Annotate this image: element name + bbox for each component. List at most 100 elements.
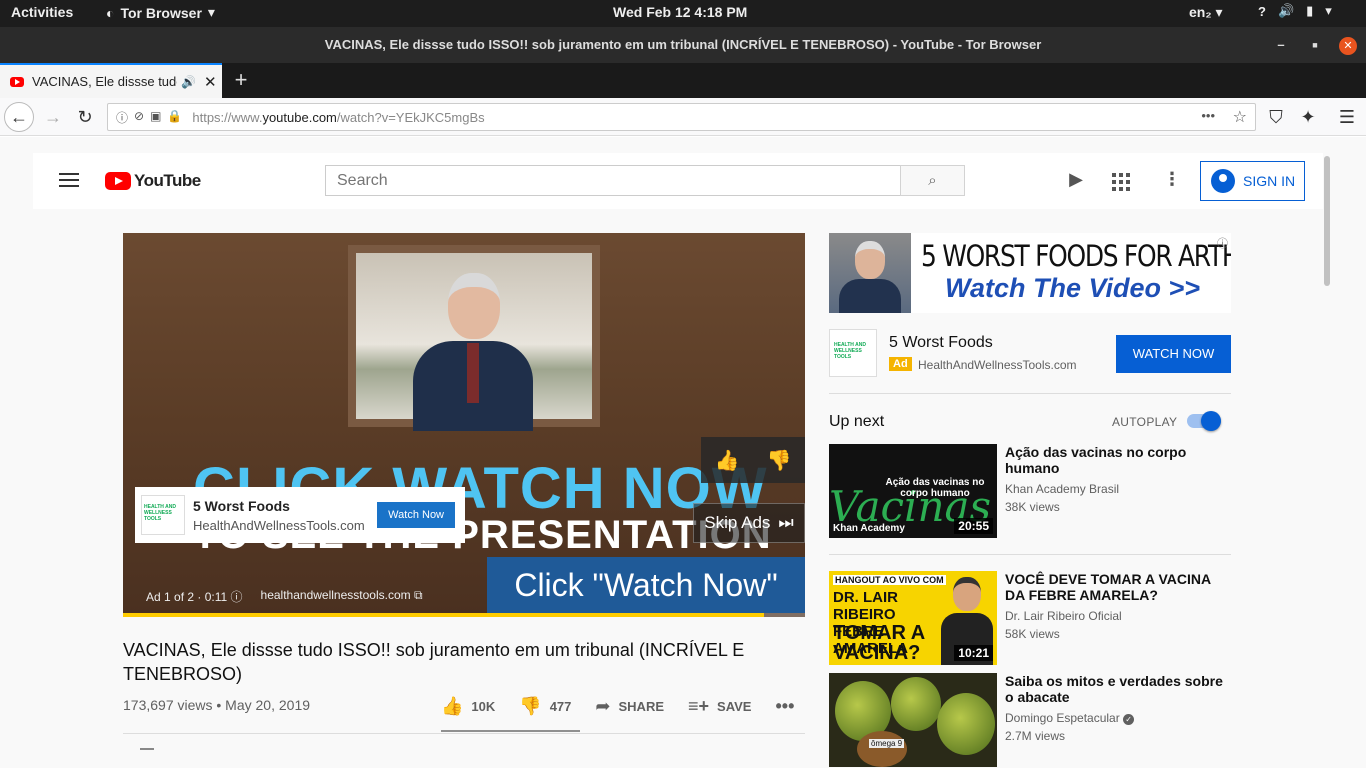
search-button[interactable]: ⌕ xyxy=(900,165,965,196)
ad-feedback: 👍 👎 xyxy=(701,437,805,483)
url-domain: youtube.com xyxy=(262,109,337,125)
video-duration: 10:21 xyxy=(954,645,993,661)
app-menu[interactable]: ◐ Tor Browser ▾ xyxy=(106,4,215,21)
window-titlebar: VACINAS, Ele dissse tudo ISSO!! sob jura… xyxy=(0,27,1366,63)
speaker-icon[interactable]: 🔊 xyxy=(181,75,196,89)
app-menu-label: Tor Browser xyxy=(120,4,202,21)
ad-advertiser-logo: HEALTH AND WELLNESS TOOLS xyxy=(141,495,185,535)
image-icon: ▣ xyxy=(150,108,162,123)
help-icon: ? xyxy=(1258,3,1266,19)
more-actions-icon[interactable]: ••• xyxy=(775,696,794,717)
thumbnail-brand: Khan Academy xyxy=(833,523,905,534)
share-button[interactable]: ➦ SHARE xyxy=(595,696,664,717)
new-tab-button[interactable]: + xyxy=(228,67,254,93)
video-thumbnail[interactable]: Vacinas Ação das vacinas no corpo humano… xyxy=(829,444,997,538)
tab-youtube[interactable]: VACINAS, Ele dissse tudo ISSO!! sob jura… xyxy=(0,63,222,98)
skip-ads-button[interactable]: Skip Ads ⏭ xyxy=(693,503,805,543)
ad-banner-photo xyxy=(829,233,911,313)
youtube-logo[interactable]: YouTube xyxy=(105,171,201,191)
video-actions: 👍 10K 👎 477 ➦ SHARE ≡+ SAVE ••• xyxy=(441,690,818,722)
reload-button[interactable]: ↻ xyxy=(70,102,100,132)
system-tray[interactable]: ? 🔊 ▮ ▾ xyxy=(1258,3,1332,19)
video-player[interactable]: CLICK WATCH NOW TO SEE THE PRESENTATION … xyxy=(123,233,805,617)
like-button[interactable]: 👍 10K xyxy=(441,696,495,717)
save-button[interactable]: ≡+ SAVE xyxy=(688,696,751,717)
recommendation-channel[interactable]: Domingo Espetacular ✓ xyxy=(1005,711,1135,725)
info-icon: ⓘ xyxy=(116,110,129,125)
recommendation-title[interactable]: Ação das vacinas no corpo humano xyxy=(1005,444,1225,476)
ad-cta-banner: Click "Watch Now" xyxy=(487,557,805,613)
create-video-icon[interactable]: ▶ xyxy=(1064,169,1088,193)
guide-menu-icon[interactable] xyxy=(59,173,79,187)
recommendation-channel[interactable]: Khan Academy Brasil xyxy=(1005,482,1119,496)
url-path: /watch?v=YEkJKC5mgBs xyxy=(336,109,485,125)
sidebar-watch-now-button[interactable]: WATCH NOW xyxy=(1116,335,1231,373)
maximize-button[interactable]: ■ xyxy=(1298,27,1332,63)
autoplay-toggle[interactable] xyxy=(1187,411,1221,431)
close-window-button[interactable]: ✕ xyxy=(1331,27,1365,63)
page-scrollbar[interactable] xyxy=(1323,156,1331,768)
window-title: VACINAS, Ele dissse tudo ISSO!! sob jura… xyxy=(324,37,1042,52)
channel-avatar-peek xyxy=(140,748,154,752)
recommendation-views: 58K views xyxy=(1005,627,1060,641)
sign-in-button[interactable]: SIGN IN xyxy=(1200,161,1305,201)
clock[interactable]: Wed Feb 12 4:18 PM xyxy=(613,4,747,20)
youtube-play-icon xyxy=(105,172,131,190)
sidebar-ad-row[interactable]: HEALTH AND WELLNESS TOOLS 5 Worst Foods … xyxy=(829,327,1231,377)
shield-icon[interactable]: ⛉ xyxy=(1261,102,1291,132)
ad-banner-headline: 5 WORST FOODS FOR ARTHRITIS xyxy=(921,239,1231,273)
ad-overlay-card[interactable]: HEALTH AND WELLNESS TOOLS 5 Worst Foods … xyxy=(135,487,465,543)
scrollbar-thumb[interactable] xyxy=(1324,156,1330,286)
autoplay-label: AUTOPLAY xyxy=(1112,415,1178,429)
close-tab-icon[interactable]: ✕ xyxy=(204,73,217,91)
thumbs-down-icon[interactable]: 👎 xyxy=(767,448,792,473)
recommendation-title[interactable]: Saiba os mitos e verdades sobre o abacat… xyxy=(1005,673,1225,705)
autoplay-blocked-icon: ⊘ xyxy=(134,108,145,123)
video-thumbnail[interactable]: ômega 9 xyxy=(829,673,997,767)
hamburger-menu-icon[interactable]: ☰ xyxy=(1332,102,1362,132)
thumbnail-text: ômega 9 xyxy=(869,739,905,748)
dislike-button[interactable]: 👎 477 xyxy=(519,696,571,717)
language-indicator[interactable]: en₂ ▾ xyxy=(1189,4,1222,21)
lock-icon: 🔒 xyxy=(167,108,183,123)
forward-button[interactable]: → xyxy=(38,102,68,132)
url-text[interactable]: https://www.youtube.com/watch?v=YEkJKC5m… xyxy=(192,110,484,125)
youtube-favicon-icon xyxy=(10,76,24,87)
recommendation-item[interactable]: Vacinas Ação das vacinas no corpo humano… xyxy=(829,444,1231,538)
minimize-button[interactable]: – xyxy=(1264,27,1298,63)
apps-grid-icon[interactable] xyxy=(1112,169,1136,193)
recommendation-title[interactable]: VOCÊ DEVE TOMAR A VACINA DA FEBRE AMAREL… xyxy=(1005,571,1225,603)
channel-name: Domingo Espetacular xyxy=(1005,711,1120,725)
skip-next-icon: ⏭ xyxy=(778,513,794,532)
activities-button[interactable]: Activities xyxy=(11,4,73,20)
account-icon xyxy=(1211,169,1235,193)
bookmark-star-icon[interactable]: ☆ xyxy=(1233,107,1247,127)
thumbnail-caption: Ação das vacinas no corpo humano xyxy=(885,477,985,499)
info-icon[interactable]: ⓘ xyxy=(231,590,243,604)
youtube-masthead: YouTube ⌕ ▶ ⋮ SIGN IN xyxy=(33,153,1323,209)
ad-domain-link[interactable]: healthandwellnesstools.com ⧉ xyxy=(261,588,423,605)
search-input[interactable] xyxy=(325,165,901,196)
settings-more-icon[interactable]: ⋮ xyxy=(1160,169,1184,193)
sidebar-ad-url: HealthAndWellnessTools.com xyxy=(918,358,1077,372)
ad-info-icon[interactable]: ⓘ xyxy=(1217,235,1228,251)
thumbs-up-icon[interactable]: 👍 xyxy=(715,448,740,473)
thumbs-up-icon: 👍 xyxy=(441,695,464,716)
video-thumbnail[interactable]: HANGOUT AO VIVO COM DR. LAIR RIBEIRO FEB… xyxy=(829,571,997,665)
page-actions-icon[interactable]: ••• xyxy=(1201,108,1215,123)
thumbnail-text: HANGOUT AO VIVO COM xyxy=(833,575,946,585)
site-identity[interactable]: ⓘ ⊘ ▣ 🔒 xyxy=(108,109,182,126)
back-button[interactable]: ← xyxy=(4,102,34,132)
recommendation-item[interactable]: ômega 9 Saiba os mitos e verdades sobre … xyxy=(829,673,1231,767)
page-viewport: YouTube ⌕ ▶ ⋮ SIGN IN CLICK WATCH NOW TO… xyxy=(0,137,1366,768)
recommendation-item[interactable]: HANGOUT AO VIVO COM DR. LAIR RIBEIRO FEB… xyxy=(829,571,1231,665)
up-next-heading: Up next xyxy=(829,413,885,430)
sidebar-ad-banner[interactable]: 5 WORST FOODS FOR ARTHRITIS Watch The Vi… xyxy=(829,233,1231,313)
noscript-icon[interactable]: ✦ xyxy=(1293,102,1323,132)
sidebar-divider xyxy=(829,554,1231,555)
video-meta: 173,697 views • May 20, 2019 xyxy=(123,697,311,713)
recommendation-channel[interactable]: Dr. Lair Ribeiro Oficial xyxy=(1005,609,1122,623)
ad-card-watch-button[interactable]: Watch Now xyxy=(377,502,455,528)
ad-progress-bar[interactable] xyxy=(123,613,805,617)
url-bar[interactable]: ⓘ ⊘ ▣ 🔒 https://www.youtube.com/watch?v=… xyxy=(107,103,1256,131)
